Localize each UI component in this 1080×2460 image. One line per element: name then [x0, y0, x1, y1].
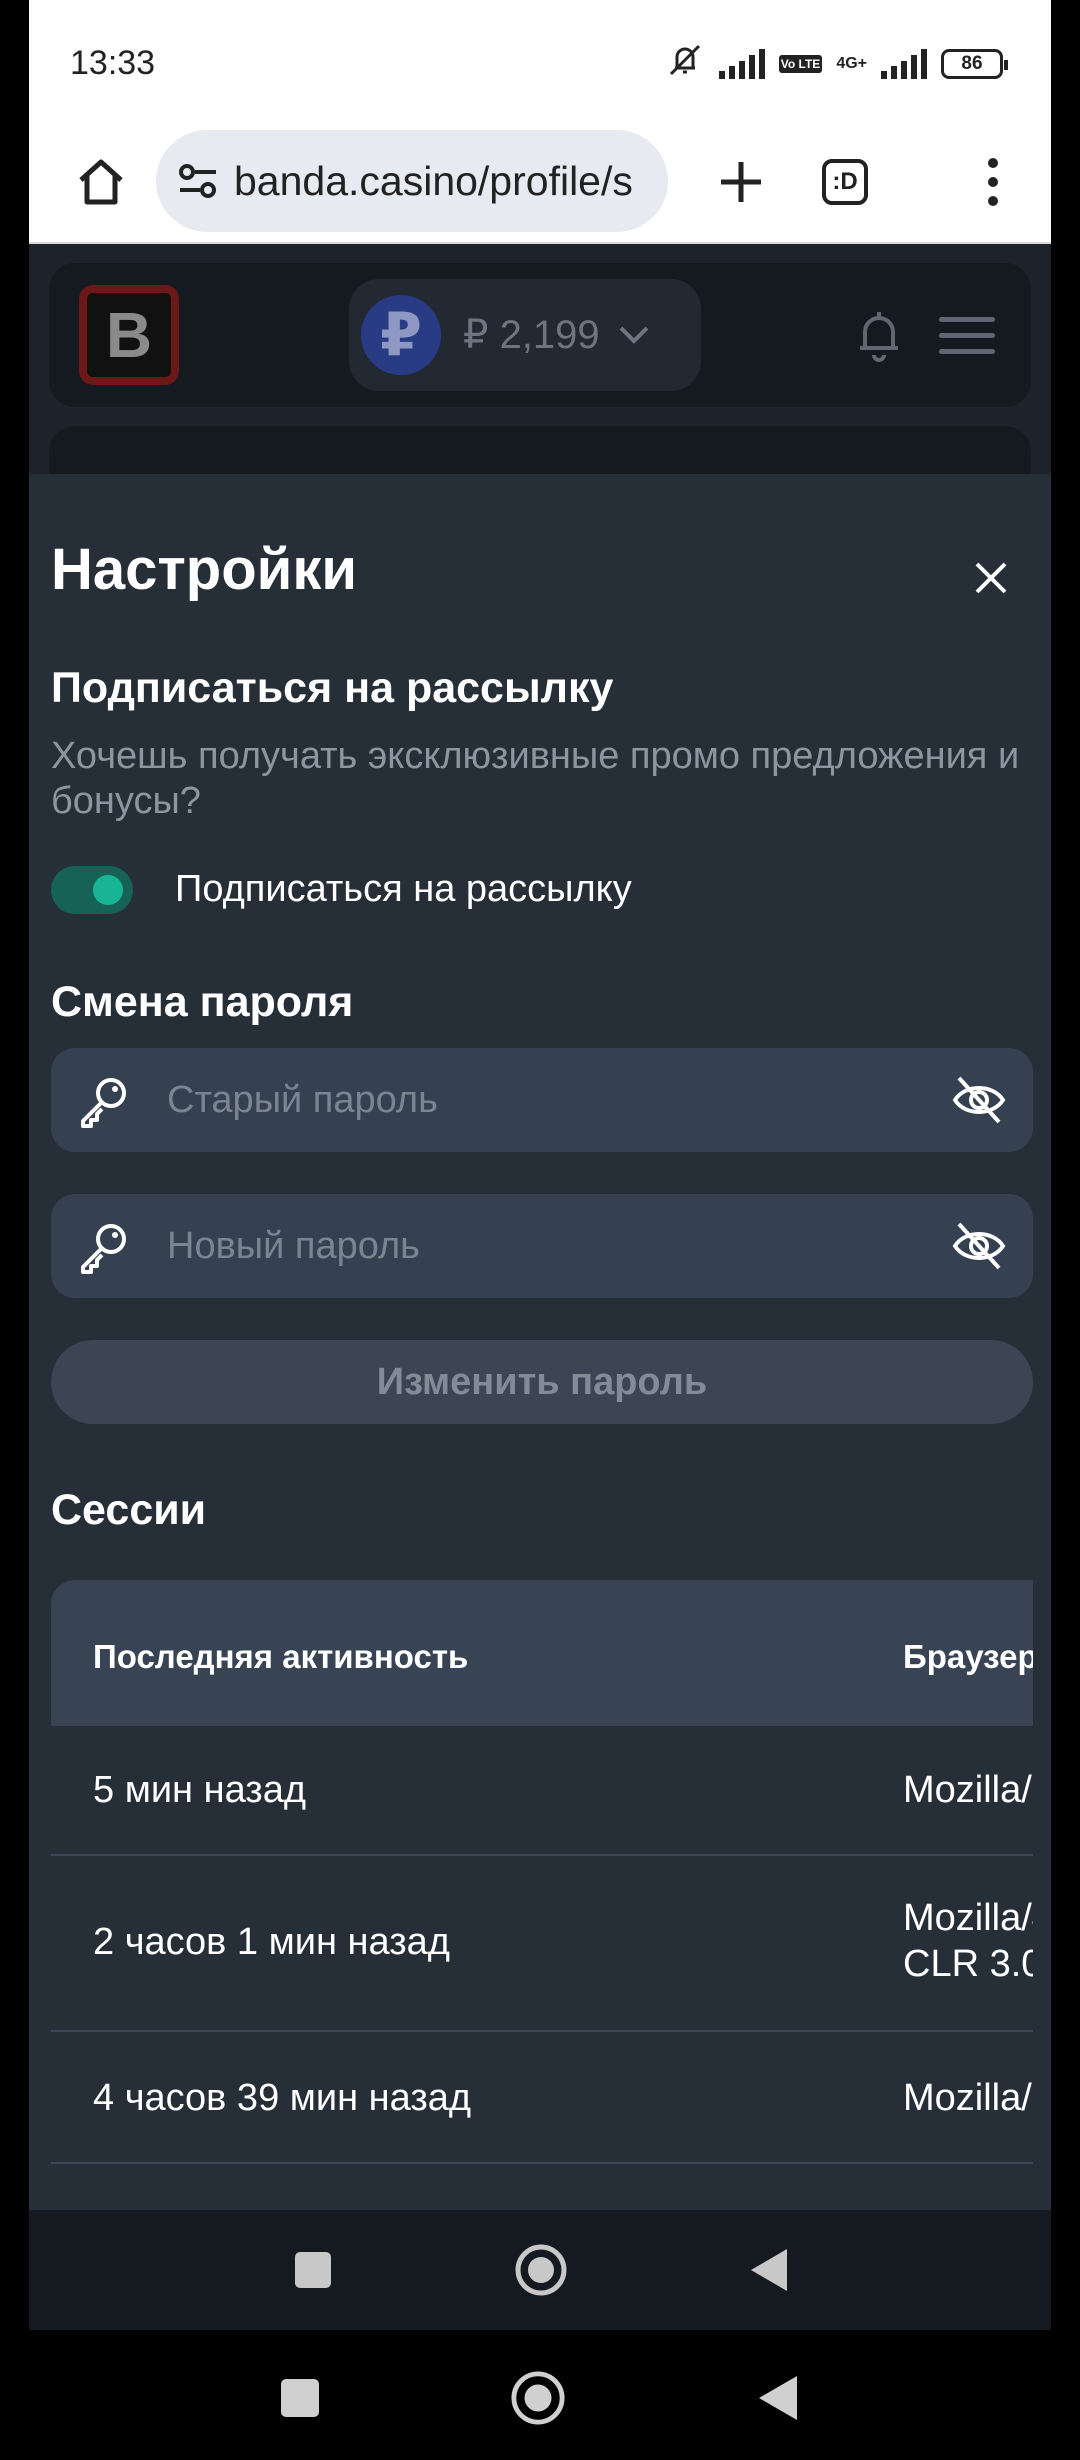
volte-badge: Vo LTE — [778, 54, 823, 73]
battery-icon: 86 — [941, 48, 1008, 79]
back-button[interactable] — [741, 2242, 797, 2298]
home-circle-button[interactable] — [513, 2242, 569, 2298]
settings-panel: Настройки Подписаться на рассылку Хочешь… — [29, 474, 1051, 2210]
session-browser: Mozilla/5 — [903, 2077, 1033, 2119]
session-browser: Mozilla/4 — [903, 1897, 1033, 1939]
table-header: Последняя активность Браузер — [51, 1580, 1033, 1726]
network-type: 4G+ — [836, 54, 867, 72]
ruble-icon: ₽ — [361, 295, 441, 375]
site-logo[interactable]: B — [79, 285, 179, 385]
toggle-knob — [93, 875, 123, 905]
table-row: 2 часов 1 мин назад Mozilla/4 CLR 3.0.. — [51, 1856, 1033, 2032]
close-button[interactable] — [967, 554, 1015, 602]
column-header-browser: Браузер — [903, 1638, 1033, 1675]
page-title: Настройки — [51, 537, 358, 602]
session-activity: 2 часов 1 мин назад — [93, 1921, 450, 1963]
session-activity: 4 часов 39 мин назад — [93, 2077, 472, 2119]
circle-icon — [515, 2244, 567, 2296]
tune-icon[interactable] — [178, 163, 218, 199]
tabs-icon: :D — [822, 159, 868, 205]
key-icon — [77, 1220, 131, 1274]
close-icon — [975, 562, 1007, 594]
table-row: 5 мин назад Mozilla/5 — [51, 1726, 1033, 1856]
triangle-back-icon — [751, 2249, 787, 2291]
status-icons: Vo LTE 4G+ 86 — [665, 44, 1008, 83]
notifications-button[interactable] — [849, 305, 909, 365]
new-tab-button[interactable] — [703, 144, 779, 220]
stop-button[interactable] — [285, 2242, 341, 2298]
browser-toolbar: banda.casino/profile/s :D — [29, 122, 1051, 244]
site-menu-button[interactable] — [939, 307, 995, 363]
system-nav-bar — [0, 2330, 1080, 2460]
sessions-table: Последняя активность Браузер 5 мин назад… — [51, 1580, 1033, 2210]
plus-icon — [721, 162, 761, 202]
battery-level: 86 — [961, 52, 983, 74]
sessions-heading: Сессии — [51, 1486, 207, 1534]
bell-icon — [860, 312, 898, 362]
newsletter-toggle-label[interactable]: Подписаться на рассылку — [175, 868, 632, 911]
phone-screen: 13:33 Vo LTE 4G+ 86 banda.casino/profile… — [29, 0, 1051, 2330]
system-back-button[interactable] — [750, 2370, 806, 2426]
newsletter-heading: Подписаться на рассылку — [51, 664, 614, 712]
square-icon — [281, 2379, 319, 2417]
hamburger-icon — [939, 316, 995, 322]
signal-icon-2 — [881, 48, 927, 79]
home-icon — [79, 159, 123, 205]
site-header: B ₽ ₽ 2,199 — [49, 263, 1031, 407]
eye-off-icon[interactable] — [951, 1074, 1007, 1126]
newsletter-toggle[interactable] — [51, 866, 133, 914]
session-browser-line2: CLR 3.0.. — [903, 1943, 1033, 1985]
system-home-button[interactable] — [510, 2370, 566, 2426]
address-bar[interactable]: banda.casino/profile/s — [156, 130, 668, 232]
circle-icon — [511, 2371, 565, 2425]
status-time: 13:33 — [70, 44, 156, 82]
chevron-down-icon — [618, 325, 650, 345]
session-activity: 5 мин назад — [93, 1769, 307, 1811]
web-bottom-nav — [29, 2210, 1051, 2330]
key-icon — [77, 1074, 131, 1128]
old-password-field[interactable] — [51, 1048, 1033, 1152]
table-row: 4 часов 39 мин назад Mozilla/5 — [51, 2032, 1033, 2164]
more-menu-button[interactable] — [973, 144, 1013, 220]
newsletter-description: Хочешь получать эксклюзивные промо предл… — [51, 735, 1020, 822]
eye-off-icon[interactable] — [951, 1220, 1007, 1272]
status-bar: 13:33 Vo LTE 4G+ 86 — [29, 0, 1051, 122]
more-vert-icon — [988, 158, 998, 168]
new-password-input[interactable] — [167, 1194, 867, 1298]
home-button[interactable] — [63, 144, 139, 220]
balance-selector[interactable]: ₽ ₽ 2,199 — [349, 279, 701, 391]
new-password-field[interactable] — [51, 1194, 1033, 1298]
signal-icon — [718, 48, 765, 79]
mute-vibrate-icon — [665, 44, 705, 83]
url-text: banda.casino/profile/s — [234, 157, 633, 204]
password-heading: Смена пароля — [51, 978, 354, 1026]
balance-amount: ₽ 2,199 — [463, 313, 600, 357]
recents-button[interactable] — [272, 2370, 328, 2426]
change-password-button[interactable]: Изменить пароль — [51, 1340, 1033, 1424]
column-header-activity: Последняя активность — [93, 1638, 469, 1675]
triangle-back-icon — [759, 2376, 797, 2420]
tabs-button[interactable]: :D — [807, 144, 883, 220]
square-icon — [295, 2252, 331, 2288]
session-browser: Mozilla/5 — [903, 1769, 1033, 1811]
old-password-input[interactable] — [167, 1048, 867, 1152]
